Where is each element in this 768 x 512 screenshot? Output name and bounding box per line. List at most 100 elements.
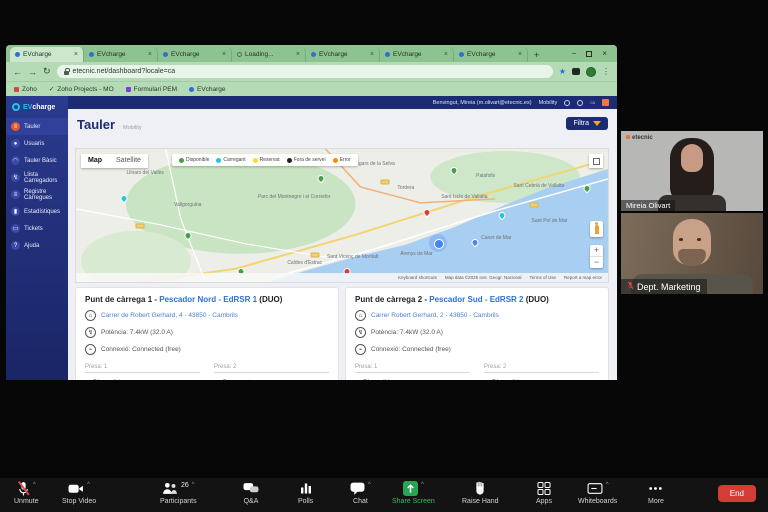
fullscreen-button[interactable] <box>589 154 603 168</box>
tab-close-icon[interactable]: × <box>148 51 152 58</box>
side-panel-icon[interactable] <box>572 68 580 75</box>
terms-link[interactable]: Terms of Use <box>529 275 556 280</box>
sidebar-item-tickets[interactable]: ▭ Tickets <box>6 220 68 237</box>
filter-button[interactable]: Filtra <box>566 117 608 130</box>
browser-tab[interactable]: EVcharge × <box>84 47 158 62</box>
settings-gear-icon[interactable] <box>564 100 570 106</box>
bookmark-item[interactable]: ✓ Zoho Projects - MO <box>49 85 114 93</box>
sidebar-item-llista-carregadors[interactable]: ↯ Llista Carregadors <box>6 169 68 186</box>
bookmark-item[interactable]: Formulari PEM <box>126 86 177 93</box>
browser-tab[interactable]: EVcharge × <box>380 47 454 62</box>
window-minimize-button[interactable]: − <box>572 49 577 58</box>
charge-point-card-2: Punt de càrrega 2 - Pescador Sud - EdRSR… <box>345 287 609 380</box>
whiteboards-button[interactable]: ^ Whiteboards <box>578 481 617 505</box>
more-button[interactable]: More <box>648 481 664 505</box>
user-icon[interactable] <box>577 100 583 106</box>
sidebar-item-label: Llista Carregadors <box>24 172 63 184</box>
keyboard-shortcuts-link[interactable]: Keyboard shortcuts <box>398 275 437 280</box>
apps-button[interactable]: Apps <box>536 481 552 505</box>
share-screen-button[interactable]: ^ Share Screen <box>392 481 435 505</box>
video-options-caret[interactable]: ^ <box>87 482 90 488</box>
sidebar-item-registre-carregues[interactable]: ≡ Registre Càrregues <box>6 186 68 203</box>
street-view-pegman[interactable] <box>590 221 603 237</box>
zoom-in-button[interactable]: + <box>590 245 603 256</box>
map-button[interactable]: Map <box>81 154 109 168</box>
mobility-label[interactable]: Mobility <box>539 100 558 106</box>
participant-face <box>681 144 703 172</box>
unmute-button[interactable]: ^ Unmute <box>14 481 39 505</box>
tab-close-icon[interactable]: × <box>518 51 522 58</box>
address-link[interactable]: Carrer de Robert Gerhard, 4 - 43850 - Ca… <box>101 312 238 319</box>
language-code[interactable]: ca <box>590 100 595 105</box>
report-error-link[interactable]: Report a map error <box>564 275 602 280</box>
browser-toolbar: ← → ↻ etecnic.net/dashboard?locale=ca ★ … <box>6 62 617 81</box>
qa-button[interactable]: Q&A <box>243 481 259 505</box>
bookmark-item[interactable]: EVcharge <box>189 86 226 93</box>
google-map[interactable]: Llinars del VallèsVallgorguinaParc del M… <box>75 148 609 283</box>
socket-status: Disponible <box>484 379 599 380</box>
browser-tab[interactable]: EVcharge × <box>158 47 232 62</box>
sidebar-item-tauler[interactable]: ≡ Tauler <box>6 118 68 135</box>
participant-video-marketing[interactable]: Dept. Marketing <box>621 213 763 294</box>
participants-caret[interactable]: ^ <box>192 482 195 488</box>
charge-point-link[interactable]: Pescador Nord - EdRSR 1 <box>159 295 257 304</box>
power-icon: ↯ <box>85 327 96 338</box>
tab-close-icon[interactable]: × <box>370 51 374 58</box>
evcharge-favicon-icon <box>385 52 390 57</box>
browser-tab[interactable]: EVcharge × <box>306 47 380 62</box>
selected-charger-marker[interactable] <box>429 234 447 252</box>
road-shield-icon <box>529 202 538 207</box>
chat-button[interactable]: ^ Chat <box>350 481 371 505</box>
bookmark-item[interactable]: Zoho <box>14 86 37 93</box>
new-tab-button[interactable]: + <box>534 50 539 60</box>
window-close-button[interactable]: × <box>602 49 607 58</box>
back-button[interactable]: ← <box>13 67 22 77</box>
raise-hand-button[interactable]: Raise Hand <box>462 481 499 505</box>
evcharge-logo[interactable]: EVcharge <box>6 96 68 118</box>
map-zoom-control: + − <box>590 245 603 268</box>
tab-close-icon[interactable]: × <box>444 51 448 58</box>
tab-title: EVcharge <box>97 51 145 58</box>
browser-tab[interactable]: Loading... × <box>232 47 306 62</box>
more-icon <box>648 481 663 496</box>
help-icon: ? <box>11 241 20 250</box>
end-meeting-button[interactable]: End <box>718 485 756 502</box>
power-icon: ↯ <box>355 327 366 338</box>
address-link[interactable]: Carrer Robert Gerhard, 2 - 43850 - Cambr… <box>371 312 499 319</box>
sidebar-item-ajuda[interactable]: ? Ajuda <box>6 237 68 254</box>
page-subtitle: Mobility <box>123 125 142 131</box>
satellite-button[interactable]: Satellite <box>109 154 148 168</box>
share-caret[interactable]: ^ <box>421 482 424 488</box>
browser-menu-icon[interactable]: ⋮ <box>602 67 610 76</box>
participant-video-mireia[interactable]: etecnic Mireia Olivart <box>621 131 763 211</box>
stop-video-button[interactable]: ^ Stop Video <box>62 481 96 505</box>
participants-button[interactable]: 26 ^ Participants <box>160 481 197 505</box>
window-maximize-button[interactable] <box>586 51 592 57</box>
logout-icon[interactable] <box>602 99 609 106</box>
funnel-icon <box>593 121 601 126</box>
browser-tab[interactable]: EVcharge × <box>454 47 528 62</box>
charge-point-link[interactable]: Pescador Sud - EdRSR 2 <box>429 295 523 304</box>
bookmark-star-icon[interactable]: ★ <box>559 67 566 76</box>
sidebar-item-usuaris[interactable]: ● Usuaris <box>6 135 68 152</box>
sidebar-item-estadistiques[interactable]: ▮ Estadístiques <box>6 203 68 220</box>
sidebar-item-tauler-basic[interactable]: ◠ Tauler Bàsic <box>6 152 68 169</box>
profile-avatar[interactable] <box>586 67 596 77</box>
tab-close-icon[interactable]: × <box>74 51 78 58</box>
url-bar[interactable]: etecnic.net/dashboard?locale=ca <box>57 65 553 78</box>
forward-button[interactable]: → <box>28 67 37 77</box>
evcharge-app: EVcharge ≡ Tauler ● Usuaris ◠ Tauler Bàs… <box>6 96 617 380</box>
chat-caret[interactable]: ^ <box>368 482 371 488</box>
socket-status: Disponible <box>355 379 470 380</box>
tab-title: Loading... <box>245 51 293 58</box>
whiteboards-caret[interactable]: ^ <box>606 482 609 488</box>
reload-button[interactable]: ↻ <box>43 66 51 77</box>
polls-button[interactable]: Polls <box>298 481 313 505</box>
browser-tab[interactable]: EVcharge × <box>10 47 84 62</box>
tab-close-icon[interactable]: × <box>296 51 300 58</box>
tab-close-icon[interactable]: × <box>222 51 226 58</box>
zoom-out-button[interactable]: − <box>590 256 603 268</box>
mic-options-caret[interactable]: ^ <box>33 482 36 488</box>
chart-icon: ▮ <box>11 207 20 216</box>
evcharge-logo-icon <box>12 103 20 111</box>
